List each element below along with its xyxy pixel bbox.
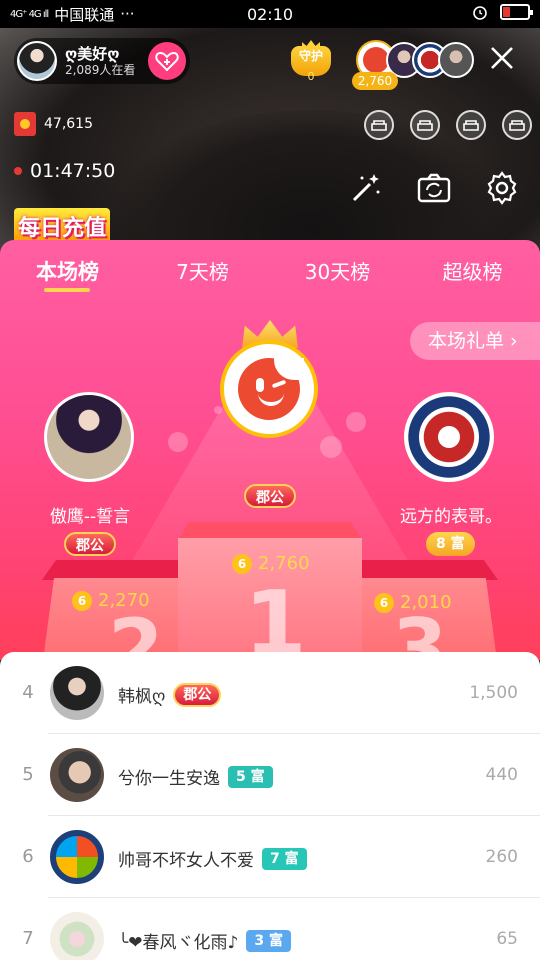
user-badge: 7 富: [262, 847, 307, 870]
rank-number: 7: [22, 928, 34, 949]
list-item[interactable]: 6 帅哥不坏女人不爱 7 富 260: [0, 816, 540, 898]
host-avatar[interactable]: [17, 41, 57, 81]
user-badge: 郡公: [173, 682, 222, 707]
user-score: 65: [496, 929, 518, 949]
decor-bubble: [346, 412, 366, 432]
third-place-avatar[interactable]: [404, 392, 494, 482]
tab-30-days[interactable]: 30天榜: [270, 256, 405, 286]
live-dot-icon: [14, 167, 22, 175]
user-badge: 5 富: [228, 765, 273, 788]
live-timer-text: 01:47:50: [30, 160, 116, 182]
sofa-icon[interactable]: [410, 110, 440, 140]
coin-icon: 6: [72, 590, 92, 611]
heart-plus-icon: [155, 51, 179, 72]
battery-icon: [500, 4, 533, 20]
host-info[interactable]: ღ美好ღ 2,089人在看: [14, 38, 190, 84]
second-place-badge: 郡公: [64, 532, 116, 556]
user-score: 440: [485, 765, 518, 785]
podium-number-1: 1: [244, 572, 307, 660]
tab-super[interactable]: 超级榜: [405, 256, 540, 286]
user-badge: 3 富: [246, 929, 291, 952]
ranking-tabs: 本场榜 7天榜 30天榜 超级榜: [0, 256, 540, 286]
ranking-panel: 本场榜 7天榜 30天榜 超级榜 本场礼单 › 郡公 傲鹰--誓言 郡公 远方的…: [0, 240, 540, 660]
gift-list-button[interactable]: 本场礼单 ›: [410, 322, 540, 360]
first-place-avatar[interactable]: [220, 340, 318, 438]
seat-row: [364, 110, 532, 140]
status-bar: 4G⁺ 4G ıll 中国联通 ··· 02:10: [0, 0, 540, 28]
list-item[interactable]: 7 ╰❤春风ヾ化雨♪ 3 富 65: [0, 898, 540, 960]
user-score: 260: [485, 847, 518, 867]
user-avatar[interactable]: [50, 912, 104, 960]
top-viewer-score: 2,760: [352, 72, 398, 90]
live-duration: 01:47:50: [14, 160, 115, 182]
magic-wand-icon[interactable]: [348, 170, 384, 206]
sofa-icon[interactable]: [364, 110, 394, 140]
decor-bubble: [320, 436, 342, 458]
close-icon[interactable]: [488, 44, 516, 72]
user-name: ╰❤春风ヾ化雨♪: [118, 933, 239, 953]
user-score: 1,500: [469, 683, 518, 703]
top-viewer-avatar-4[interactable]: [438, 42, 474, 78]
rank-number: 4: [22, 682, 34, 703]
coin-count: 47,615: [44, 116, 93, 132]
sofa-icon[interactable]: [502, 110, 532, 140]
ranking-list: 4 韩枫ღ 郡公 1,500 5 兮你一生安逸 5 富 440 6 帅哥不坏女人…: [0, 652, 540, 960]
host-name: ღ美好ღ: [65, 44, 120, 63]
third-place-badge: 8 富: [426, 532, 475, 556]
user-name: 韩枫ღ: [118, 687, 166, 707]
list-item[interactable]: 4 韩枫ღ 郡公 1,500: [0, 652, 540, 734]
signal-icon: 4G⁺ 4G ıll: [10, 8, 49, 20]
decor-bubble: [168, 432, 188, 452]
tab-this-session[interactable]: 本场榜: [0, 256, 135, 286]
second-place-score: 6 2,270: [72, 590, 150, 611]
user-avatar[interactable]: [50, 666, 104, 720]
daily-recharge-banner[interactable]: 每日充值: [14, 208, 111, 244]
list-item[interactable]: 5 兮你一生安逸 5 富 440: [0, 734, 540, 816]
third-place-name: 远方的表哥。: [400, 507, 502, 527]
settings-gear-icon[interactable]: [484, 170, 520, 206]
alarm-icon: [473, 6, 487, 20]
first-place-score: 6 2,760: [232, 553, 310, 574]
carrier-label: 中国联通: [54, 5, 115, 24]
coin-balance[interactable]: 47,615: [14, 112, 93, 136]
user-avatar[interactable]: [50, 748, 104, 802]
sofa-icon[interactable]: [456, 110, 486, 140]
user-avatar[interactable]: [50, 830, 104, 884]
third-place-score-value: 2,010: [400, 592, 452, 613]
first-place-badge: 郡公: [244, 484, 296, 508]
viewer-count: 2,089人在看: [65, 62, 136, 77]
decor-bubble: [214, 406, 222, 414]
podium-top-3: [356, 560, 498, 580]
first-place-score-value: 2,760: [258, 553, 310, 574]
red-packet-icon: [14, 112, 36, 136]
guard-badge[interactable]: 守护 0: [288, 40, 334, 84]
coin-icon: 6: [374, 592, 394, 613]
podium-top-2: [42, 560, 182, 580]
tool-bar: [348, 170, 520, 206]
active-tab-indicator: [44, 288, 90, 292]
third-place-score: 6 2,010: [374, 592, 452, 613]
second-place-name: 傲鹰--誓言: [49, 507, 131, 527]
tab-7-days[interactable]: 7天榜: [135, 256, 270, 286]
guard-count: 0: [307, 70, 315, 83]
rank-number: 5: [22, 764, 34, 785]
second-place-avatar[interactable]: [44, 392, 134, 482]
rank-number: 6: [22, 846, 34, 867]
second-place-score-value: 2,270: [98, 590, 150, 611]
user-name: 帅哥不坏女人不爱: [118, 851, 254, 871]
user-name: 兮你一生安逸: [118, 769, 220, 789]
switch-camera-icon[interactable]: [416, 170, 452, 206]
follow-button[interactable]: [148, 42, 186, 80]
status-dots: ···: [120, 5, 135, 23]
coin-icon: 6: [232, 553, 252, 574]
